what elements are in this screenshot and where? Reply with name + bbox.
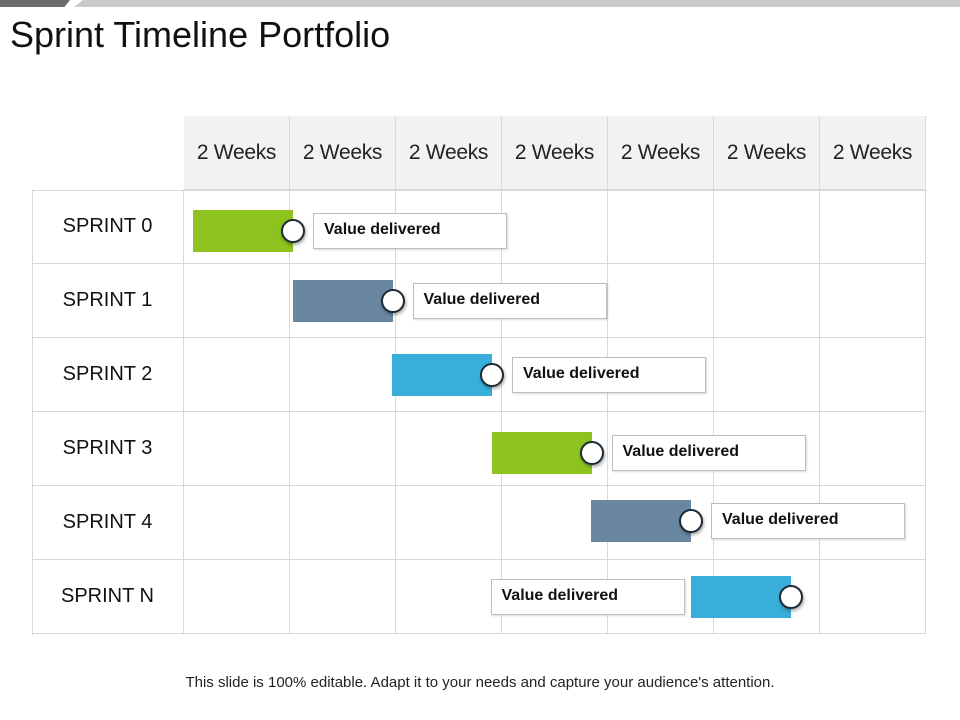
column-header: 2 Weeks	[184, 116, 290, 190]
top-accent-bar	[0, 0, 960, 7]
value-delivered-box: Value delivered	[313, 213, 507, 249]
milestone-knob	[380, 289, 405, 313]
sprint-bar	[491, 432, 592, 474]
grid-cell	[290, 412, 396, 486]
value-delivered-box: Value delivered	[711, 503, 905, 539]
grid-cell	[290, 560, 396, 634]
value-delivered-box: Value delivered	[512, 357, 706, 393]
milestone-knob	[579, 441, 604, 465]
grid-cell	[290, 486, 396, 560]
grid-cell	[820, 412, 926, 486]
grid-cell	[396, 412, 502, 486]
sprint-bar	[292, 280, 393, 322]
grid-cell	[184, 338, 290, 412]
value-delivered-box: Value delivered	[611, 435, 806, 471]
page-title: Sprint Timeline Portfolio	[10, 14, 391, 55]
sprint-row-label: SPRINT 2	[32, 338, 184, 412]
sprint-bar	[591, 500, 691, 542]
grid-cell	[820, 338, 926, 412]
value-delivered-box: Value delivered	[412, 283, 607, 319]
column-header: 2 Weeks	[608, 116, 714, 190]
grid-cell	[714, 264, 820, 338]
footer-note: This slide is 100% editable. Adapt it to…	[185, 674, 775, 691]
grid-cell	[290, 338, 396, 412]
top-accent-dark	[0, 0, 70, 7]
milestone-knob	[778, 585, 803, 609]
milestone-knob	[281, 219, 305, 243]
sprint-row-label: SPRINT 4	[32, 486, 184, 560]
grid-cell	[184, 560, 290, 634]
grid-cell	[396, 486, 502, 560]
grid-cell	[820, 190, 926, 264]
grid-cell	[396, 560, 502, 634]
top-accent-light	[74, 0, 960, 7]
grid-cell	[820, 560, 926, 634]
value-delivered-box: Value delivered	[490, 579, 685, 615]
grid-cell	[714, 190, 820, 264]
grid-cell	[608, 264, 714, 338]
grid-cell	[608, 190, 714, 264]
sprint-bar	[392, 354, 492, 396]
grid-cell	[184, 264, 290, 338]
column-header: 2 Weeks	[290, 116, 396, 190]
grid-cell	[714, 338, 820, 412]
column-header: 2 Weeks	[714, 116, 820, 190]
sprint-bar	[690, 576, 791, 618]
milestone-knob	[679, 509, 703, 533]
grid-cell	[184, 486, 290, 560]
sprint-row-label: SPRINT 3	[32, 412, 184, 486]
column-header: 2 Weeks	[820, 116, 926, 190]
grid-cell	[502, 190, 608, 264]
grid-cell	[184, 412, 290, 486]
column-header: 2 Weeks	[502, 116, 608, 190]
sprint-row-label: SPRINT N	[32, 560, 184, 634]
milestone-knob	[480, 363, 504, 387]
column-header: 2 Weeks	[396, 116, 502, 190]
grid-cell	[820, 264, 926, 338]
sprint-row-label: SPRINT 0	[32, 190, 184, 264]
sprint-bar	[193, 210, 293, 252]
sprint-row-label: SPRINT 1	[32, 264, 184, 338]
